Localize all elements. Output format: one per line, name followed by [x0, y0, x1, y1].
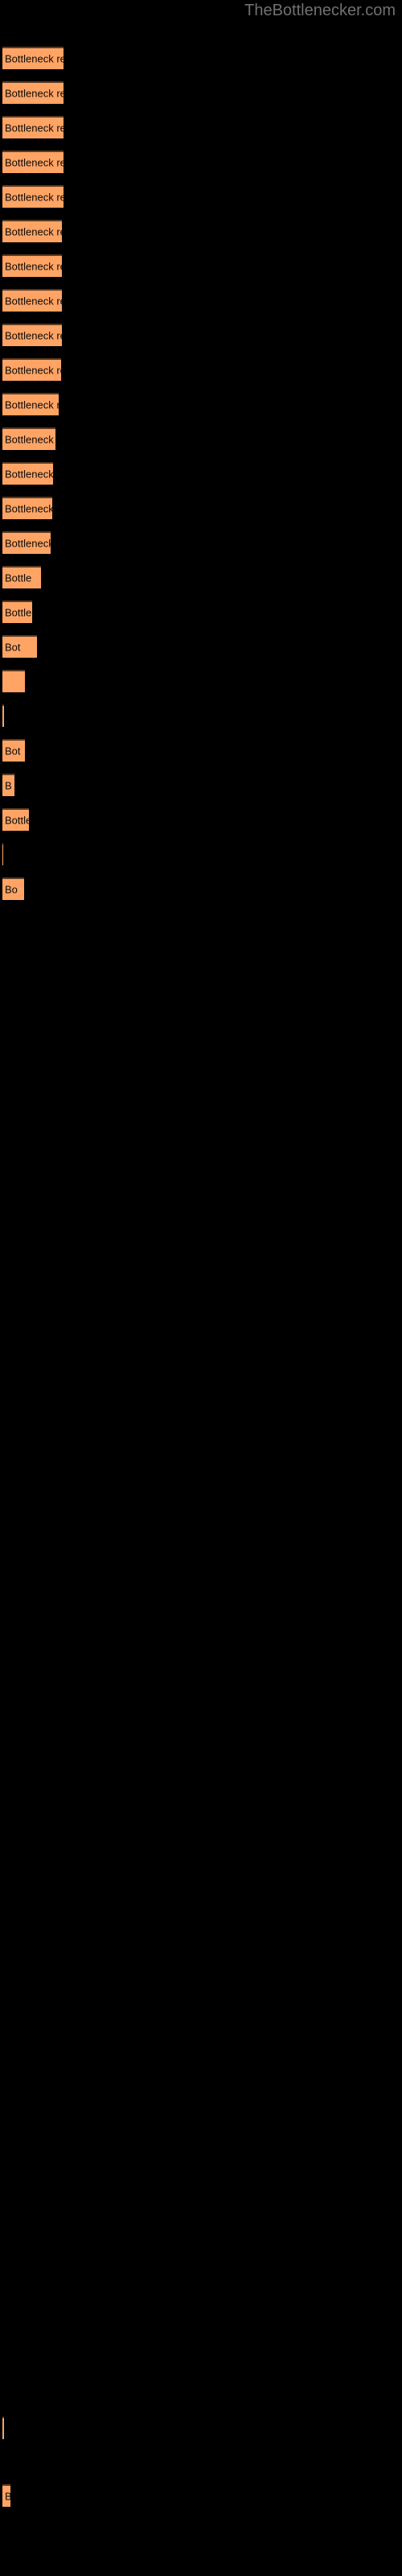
bar-value-label: Bottleneck result	[5, 295, 62, 308]
bar-row: Bottleneck resu	[2, 393, 59, 415]
bar-row: Bottleneck result	[2, 185, 64, 208]
bar-1: Bottleneck result	[2, 47, 64, 69]
bar-value-label: Bottlene	[5, 606, 32, 619]
bar-row: Bottleneck	[2, 531, 51, 554]
bar-12: Bottleneck res	[2, 427, 55, 450]
bar-value-label: Bottleneck result	[5, 87, 64, 100]
bar-value-label: B	[5, 2491, 10, 2503]
bar-row: Bottleneck res	[2, 427, 55, 450]
bar-27: B	[2, 2484, 10, 2507]
bar-14: Bottleneck res	[2, 497, 52, 519]
bottleneck-bar-chart: TheBottlenecker.com Bottleneck result Bot…	[0, 0, 402, 2576]
bar-22: B	[2, 774, 14, 796]
bar-19	[2, 670, 25, 692]
bar-row: Bottle	[2, 808, 29, 831]
bar-value-label: Bottleneck result	[5, 122, 64, 134]
bar-10: Bottleneck result	[2, 358, 61, 381]
bar-26	[2, 2417, 4, 2439]
bar-row: Bottleneck resu	[2, 462, 53, 485]
bar-row	[2, 2417, 4, 2439]
bar-row: Bottleneck res	[2, 497, 52, 519]
bar-16: Bottle	[2, 566, 41, 588]
bar-value-label: Bottleneck	[5, 537, 51, 550]
bar-row	[2, 843, 3, 865]
bar-value-label: Bottle	[5, 572, 32, 584]
bar-6: Bottleneck result	[2, 220, 62, 242]
bar-value-label: Bottleneck result	[5, 52, 64, 65]
bar-row: Bottlene	[2, 601, 32, 623]
bar-row: Bottleneck result	[2, 47, 64, 69]
bar-value-label: Bottleneck resu	[5, 468, 53, 481]
bar-value-label: Bottleneck result	[5, 225, 62, 238]
bar-21: Bot	[2, 739, 25, 762]
bar-row: Bottle	[2, 566, 41, 588]
bar-row: Bottleneck result	[2, 81, 64, 104]
bar-20	[2, 704, 4, 727]
bar-row: Bottleneck result	[2, 116, 64, 138]
bar-value-label: Bot	[5, 745, 21, 758]
bar-value-label: Bottleneck res	[5, 502, 52, 515]
bar-value-label: Bottle	[5, 814, 29, 827]
bar-11: Bottleneck resu	[2, 393, 59, 415]
bar-25: Bo	[2, 877, 24, 900]
site-title: TheBottlenecker.com	[244, 2, 396, 19]
bar-2: Bottleneck result	[2, 81, 64, 104]
bar-8: Bottleneck result	[2, 289, 62, 312]
bar-row: B	[2, 2484, 10, 2507]
bar-row: Bottleneck result	[2, 254, 62, 277]
bar-value-label: Bottleneck result	[5, 364, 61, 377]
bar-row: Bottleneck result	[2, 324, 62, 346]
bar-13: Bottleneck resu	[2, 462, 53, 485]
bar-value-label: Bo	[5, 883, 18, 896]
bar-value-label: Bottleneck result	[5, 260, 62, 273]
bar-row	[2, 670, 25, 692]
bar-18: Bot	[2, 635, 37, 658]
bar-17: Bottlene	[2, 601, 32, 623]
bar-value-label: Bottleneck result	[5, 329, 62, 342]
bar-23: Bottle	[2, 808, 29, 831]
bar-value-label: Bottleneck res	[5, 433, 55, 446]
bar-row: Bottleneck result	[2, 151, 64, 173]
bar-row	[2, 704, 4, 727]
bar-row: Bottleneck result	[2, 220, 62, 242]
bar-row: Bot	[2, 635, 37, 658]
bar-row: Bot	[2, 739, 25, 762]
bar-row: Bottleneck result	[2, 358, 61, 381]
bar-24	[2, 843, 3, 865]
bar-row: Bottleneck result	[2, 289, 62, 312]
bar-3: Bottleneck result	[2, 116, 64, 138]
bar-value-label: Bot	[5, 641, 21, 654]
bar-9: Bottleneck result	[2, 324, 62, 346]
bar-5: Bottleneck result	[2, 185, 64, 208]
bar-4: Bottleneck result	[2, 151, 64, 173]
bar-row: B	[2, 774, 14, 796]
bar-7: Bottleneck result	[2, 254, 62, 277]
bar-value-label: B	[5, 779, 12, 792]
bar-15: Bottleneck	[2, 531, 51, 554]
bar-value-label: Bottleneck resu	[5, 398, 59, 411]
bar-value-label: Bottleneck result	[5, 191, 64, 204]
bar-value-label: Bottleneck result	[5, 156, 64, 169]
bar-row: Bo	[2, 877, 24, 900]
